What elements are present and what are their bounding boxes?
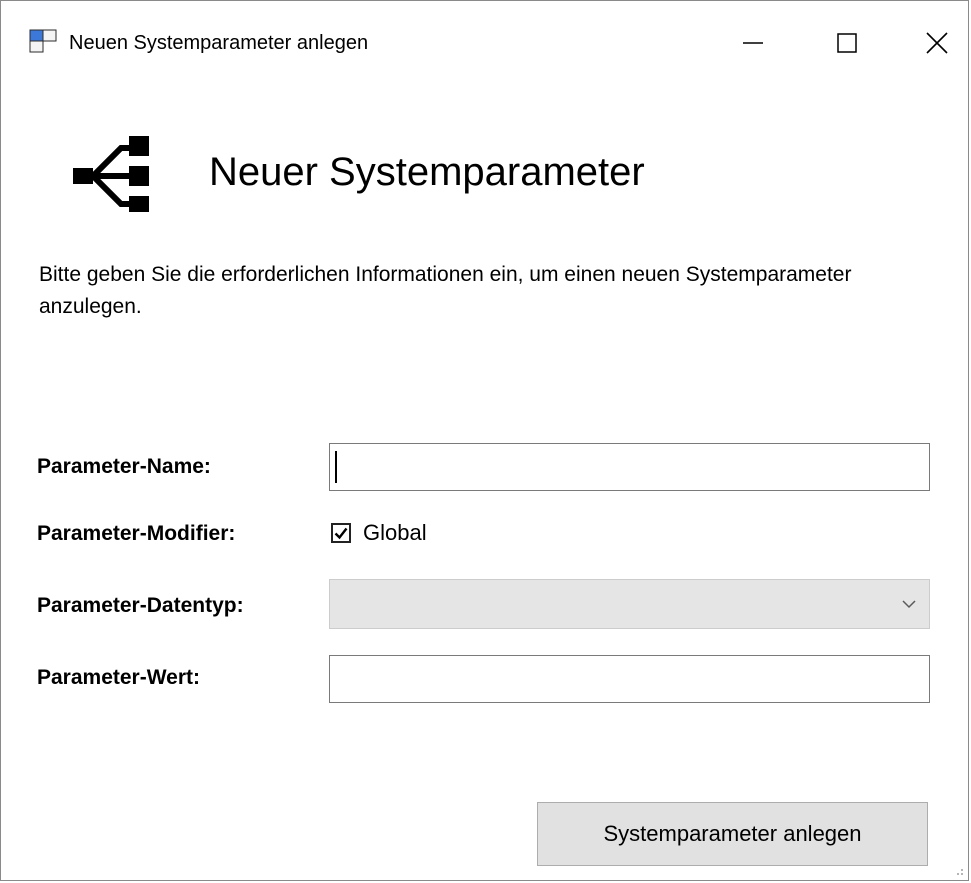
close-button[interactable] (905, 15, 969, 71)
create-parameter-button[interactable]: Systemparameter anlegen (537, 802, 928, 866)
dialog-window: Neuen Systemparameter anlegen Neuer Syst… (0, 0, 969, 881)
parameter-value-input[interactable] (329, 655, 930, 703)
checkbox-box[interactable] (331, 523, 351, 543)
title-bar: Neuen Systemparameter anlegen (1, 1, 968, 85)
parameter-name-label: Parameter-Name: (37, 455, 211, 478)
dialog-heading: Neuer Systemparameter (209, 150, 645, 194)
window-title: Neuen Systemparameter anlegen (69, 32, 369, 54)
parameter-modifier-label: Parameter-Modifier: (37, 522, 236, 545)
parameter-datatype-dropdown[interactable] (329, 579, 930, 629)
parameter-name-input[interactable] (329, 443, 930, 491)
global-checkbox-label: Global (363, 520, 427, 545)
resize-grip-icon[interactable] (954, 866, 964, 876)
minimize-button[interactable] (721, 15, 785, 71)
close-icon (926, 32, 948, 54)
global-checkbox[interactable]: Global (331, 519, 427, 547)
maximize-button[interactable] (815, 15, 879, 71)
parameter-value-label: Parameter-Wert: (37, 666, 201, 689)
usb-symbol-icon (73, 136, 149, 212)
chevron-down-icon (902, 600, 916, 609)
minimize-icon (743, 42, 763, 44)
checkmark-icon (334, 527, 348, 540)
maximize-icon (837, 33, 857, 53)
parameter-datatype-label: Parameter-Datentyp: (37, 594, 244, 617)
dialog-description: Bitte geben Sie die erforderlichen Infor… (39, 263, 852, 318)
window-app-icon (29, 29, 57, 53)
text-caret (335, 451, 337, 483)
